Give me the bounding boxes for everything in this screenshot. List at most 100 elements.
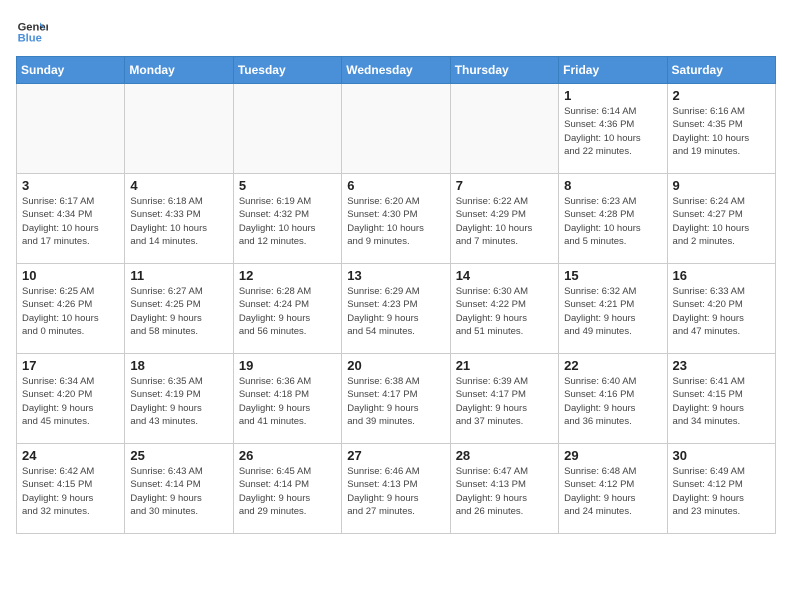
calendar-cell: 18Sunrise: 6:35 AM Sunset: 4:19 PM Dayli… (125, 354, 233, 444)
day-number: 17 (22, 358, 119, 373)
calendar-cell: 9Sunrise: 6:24 AM Sunset: 4:27 PM Daylig… (667, 174, 775, 264)
day-info: Sunrise: 6:46 AM Sunset: 4:13 PM Dayligh… (347, 465, 444, 518)
calendar-cell: 1Sunrise: 6:14 AM Sunset: 4:36 PM Daylig… (559, 84, 667, 174)
col-header-thursday: Thursday (450, 57, 558, 84)
day-info: Sunrise: 6:38 AM Sunset: 4:17 PM Dayligh… (347, 375, 444, 428)
day-info: Sunrise: 6:28 AM Sunset: 4:24 PM Dayligh… (239, 285, 336, 338)
day-number: 1 (564, 88, 661, 103)
calendar-cell: 14Sunrise: 6:30 AM Sunset: 4:22 PM Dayli… (450, 264, 558, 354)
day-number: 21 (456, 358, 553, 373)
col-header-tuesday: Tuesday (233, 57, 341, 84)
calendar-cell: 30 Sunrise: 6:49 AM Sunset: 4:12 PM Dayli… (667, 444, 775, 534)
calendar-header-row: SundayMondayTuesdayWednesdayThursdayFrid… (17, 57, 776, 84)
calendar-cell (450, 84, 558, 174)
calendar-cell (342, 84, 450, 174)
calendar-cell: 12 Sunrise: 6:28 AM Sunset: 4:24 PM Dayli… (233, 264, 341, 354)
col-header-sunday: Sunday (17, 57, 125, 84)
calendar-week-row: 1Sunrise: 6:14 AM Sunset: 4:36 PM Daylig… (17, 84, 776, 174)
day-number: 29 (564, 448, 661, 463)
calendar-cell: 21 Sunrise: 6:39 AM Sunset: 4:17 PM Dayli… (450, 354, 558, 444)
calendar-week-row: 3 Sunrise: 6:17 AM Sunset: 4:34 PM Daylig… (17, 174, 776, 264)
day-info: Sunrise: 6:49 AM Sunset: 4:12 PM Dayligh… (673, 465, 770, 518)
day-number: 26 (239, 448, 336, 463)
header: General Blue (16, 16, 776, 48)
day-info: Sunrise: 6:41 AM Sunset: 4:15 PM Dayligh… (673, 375, 770, 428)
day-number: 22 (564, 358, 661, 373)
day-number: 19 (239, 358, 336, 373)
calendar-cell: 11 Sunrise: 6:27 AM Sunset: 4:25 PM Dayli… (125, 264, 233, 354)
day-number: 25 (130, 448, 227, 463)
calendar-cell: 25 Sunrise: 6:43 AM Sunset: 4:14 PM Dayli… (125, 444, 233, 534)
day-info: Sunrise: 6:17 AM Sunset: 4:34 PM Dayligh… (22, 195, 119, 248)
col-header-friday: Friday (559, 57, 667, 84)
calendar-week-row: 17 Sunrise: 6:34 AM Sunset: 4:20 PM Dayli… (17, 354, 776, 444)
day-info: Sunrise: 6:36 AM Sunset: 4:18 PM Dayligh… (239, 375, 336, 428)
day-info: Sunrise: 6:35 AM Sunset: 4:19 PM Dayligh… (130, 375, 227, 428)
calendar-cell: 29Sunrise: 6:48 AM Sunset: 4:12 PM Dayli… (559, 444, 667, 534)
calendar-cell (125, 84, 233, 174)
day-number: 9 (673, 178, 770, 193)
calendar-cell: 19 Sunrise: 6:36 AM Sunset: 4:18 PM Dayli… (233, 354, 341, 444)
calendar-cell: 5 Sunrise: 6:19 AM Sunset: 4:32 PM Daylig… (233, 174, 341, 264)
calendar-cell: 17 Sunrise: 6:34 AM Sunset: 4:20 PM Dayli… (17, 354, 125, 444)
calendar-cell: 27 Sunrise: 6:46 AM Sunset: 4:13 PM Dayli… (342, 444, 450, 534)
day-number: 30 (673, 448, 770, 463)
day-info: Sunrise: 6:43 AM Sunset: 4:14 PM Dayligh… (130, 465, 227, 518)
day-info: Sunrise: 6:33 AM Sunset: 4:20 PM Dayligh… (673, 285, 770, 338)
calendar-week-row: 24Sunrise: 6:42 AM Sunset: 4:15 PM Dayli… (17, 444, 776, 534)
day-number: 28 (456, 448, 553, 463)
day-info: Sunrise: 6:20 AM Sunset: 4:30 PM Dayligh… (347, 195, 444, 248)
calendar-cell: 20 Sunrise: 6:38 AM Sunset: 4:17 PM Dayli… (342, 354, 450, 444)
day-info: Sunrise: 6:30 AM Sunset: 4:22 PM Dayligh… (456, 285, 553, 338)
day-number: 12 (239, 268, 336, 283)
calendar-cell: 24Sunrise: 6:42 AM Sunset: 4:15 PM Dayli… (17, 444, 125, 534)
calendar: SundayMondayTuesdayWednesdayThursdayFrid… (16, 56, 776, 534)
calendar-cell: 4 Sunrise: 6:18 AM Sunset: 4:33 PM Daylig… (125, 174, 233, 264)
day-info: Sunrise: 6:45 AM Sunset: 4:14 PM Dayligh… (239, 465, 336, 518)
calendar-cell (17, 84, 125, 174)
calendar-cell: 10Sunrise: 6:25 AM Sunset: 4:26 PM Dayli… (17, 264, 125, 354)
day-number: 24 (22, 448, 119, 463)
day-info: Sunrise: 6:22 AM Sunset: 4:29 PM Dayligh… (456, 195, 553, 248)
day-number: 8 (564, 178, 661, 193)
day-number: 13 (347, 268, 444, 283)
day-info: Sunrise: 6:34 AM Sunset: 4:20 PM Dayligh… (22, 375, 119, 428)
day-info: Sunrise: 6:23 AM Sunset: 4:28 PM Dayligh… (564, 195, 661, 248)
day-number: 7 (456, 178, 553, 193)
day-number: 20 (347, 358, 444, 373)
day-number: 27 (347, 448, 444, 463)
col-header-wednesday: Wednesday (342, 57, 450, 84)
day-number: 2 (673, 88, 770, 103)
day-info: Sunrise: 6:47 AM Sunset: 4:13 PM Dayligh… (456, 465, 553, 518)
day-info: Sunrise: 6:39 AM Sunset: 4:17 PM Dayligh… (456, 375, 553, 428)
day-number: 5 (239, 178, 336, 193)
calendar-cell: 2Sunrise: 6:16 AM Sunset: 4:35 PM Daylig… (667, 84, 775, 174)
calendar-cell (233, 84, 341, 174)
day-info: Sunrise: 6:32 AM Sunset: 4:21 PM Dayligh… (564, 285, 661, 338)
day-info: Sunrise: 6:29 AM Sunset: 4:23 PM Dayligh… (347, 285, 444, 338)
calendar-week-row: 10Sunrise: 6:25 AM Sunset: 4:26 PM Dayli… (17, 264, 776, 354)
day-number: 23 (673, 358, 770, 373)
day-info: Sunrise: 6:18 AM Sunset: 4:33 PM Dayligh… (130, 195, 227, 248)
day-info: Sunrise: 6:27 AM Sunset: 4:25 PM Dayligh… (130, 285, 227, 338)
col-header-monday: Monday (125, 57, 233, 84)
calendar-cell: 28 Sunrise: 6:47 AM Sunset: 4:13 PM Dayli… (450, 444, 558, 534)
calendar-cell: 6 Sunrise: 6:20 AM Sunset: 4:30 PM Daylig… (342, 174, 450, 264)
day-number: 4 (130, 178, 227, 193)
calendar-cell: 22 Sunrise: 6:40 AM Sunset: 4:16 PM Dayli… (559, 354, 667, 444)
day-info: Sunrise: 6:25 AM Sunset: 4:26 PM Dayligh… (22, 285, 119, 338)
day-info: Sunrise: 6:19 AM Sunset: 4:32 PM Dayligh… (239, 195, 336, 248)
calendar-cell: 13 Sunrise: 6:29 AM Sunset: 4:23 PM Dayli… (342, 264, 450, 354)
day-number: 6 (347, 178, 444, 193)
calendar-cell: 8 Sunrise: 6:23 AM Sunset: 4:28 PM Daylig… (559, 174, 667, 264)
day-info: Sunrise: 6:40 AM Sunset: 4:16 PM Dayligh… (564, 375, 661, 428)
logo-icon: General Blue (16, 16, 48, 48)
col-header-saturday: Saturday (667, 57, 775, 84)
calendar-cell: 3 Sunrise: 6:17 AM Sunset: 4:34 PM Daylig… (17, 174, 125, 264)
day-number: 11 (130, 268, 227, 283)
logo: General Blue (16, 16, 52, 48)
svg-text:Blue: Blue (18, 33, 42, 45)
calendar-cell: 7 Sunrise: 6:22 AM Sunset: 4:29 PM Daylig… (450, 174, 558, 264)
day-number: 16 (673, 268, 770, 283)
day-number: 3 (22, 178, 119, 193)
